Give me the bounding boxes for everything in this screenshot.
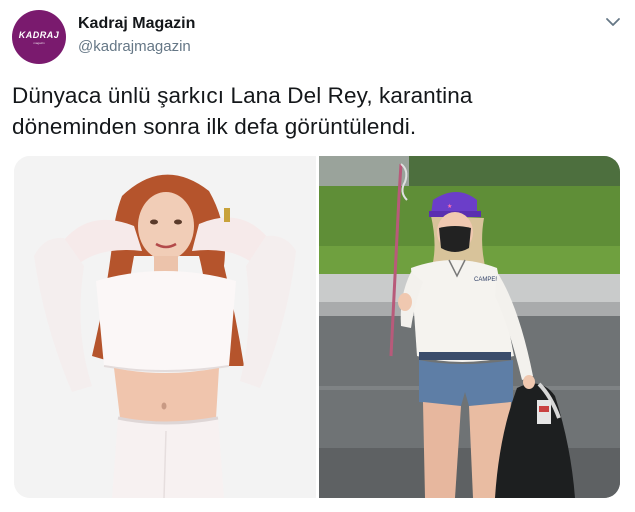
chevron-down-icon[interactable] xyxy=(605,16,621,28)
account-handle[interactable]: @kadrajmagazin xyxy=(78,38,191,55)
avatar-logo-text: KADRAJ xyxy=(18,29,60,40)
photo-woman-white-outfit-image xyxy=(14,156,316,498)
photo-right[interactable]: ★ CAMPER xyxy=(319,156,620,498)
account-name[interactable]: Kadraj Magazin xyxy=(78,15,195,33)
tweet-card: KADRAJ magazin Kadraj Magazin @kadrajmag… xyxy=(0,0,635,512)
avatar[interactable]: KADRAJ magazin xyxy=(12,10,66,64)
avatar-logo-subtext: magazin xyxy=(33,40,45,45)
photo-left[interactable] xyxy=(14,156,316,498)
tweet-text-line-1: Dünyaca ünlü şarkıcı Lana Del Rey, karan… xyxy=(12,83,473,108)
photo-woman-street-mask-image: ★ CAMPER xyxy=(319,156,620,498)
tweet-text: Dünyaca ünlü şarkıcı Lana Del Rey, karan… xyxy=(12,80,612,142)
tweet-media: ★ CAMPER xyxy=(14,156,620,498)
tweet-text-line-2: döneminden sonra ilk defa görüntülendi. xyxy=(12,114,417,139)
svg-text:★: ★ xyxy=(447,203,452,210)
